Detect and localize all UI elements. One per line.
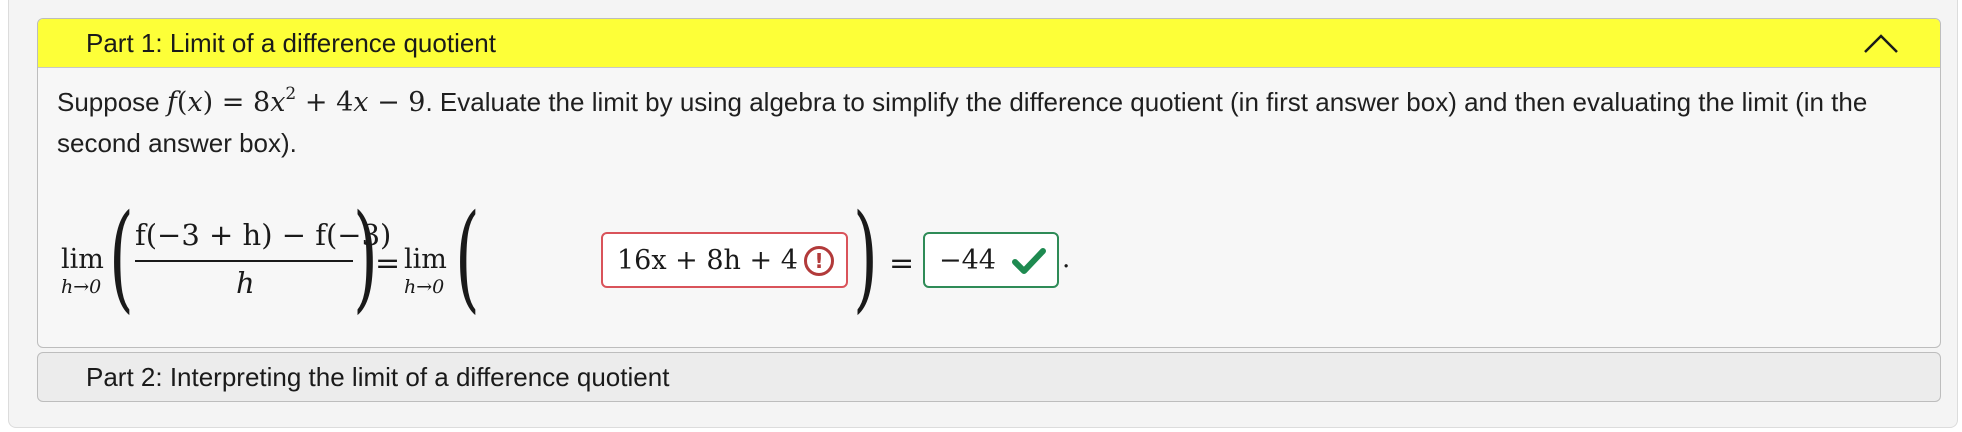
answer1-value: 16x + 8h + 4	[617, 244, 798, 276]
equals-sign: =	[375, 246, 401, 281]
answer-box-difference-quotient[interactable]: 16x + 8h + 4 !	[601, 232, 848, 288]
difference-quotient-denominator: h	[236, 266, 255, 300]
sentence-period: .	[1062, 244, 1071, 274]
chevron-up-icon[interactable]	[1862, 31, 1900, 55]
answer2-value: −44	[939, 244, 996, 276]
answer-box-limit[interactable]: −44	[923, 232, 1059, 288]
equals-sign-final: =	[889, 246, 915, 281]
part1-panel: Part 1: Limit of a difference quotient	[37, 18, 1941, 348]
part2-header[interactable]: Part 2: Interpreting the limit of a diff…	[37, 352, 1941, 402]
question-container: Part 1: Limit of a difference quotient S…	[8, 0, 1958, 428]
limit-symbol-left: lim	[61, 244, 104, 275]
left-paren-answer: (	[455, 190, 480, 325]
part1-title: Part 1: Limit of a difference quotient	[86, 27, 496, 58]
alert-circle-icon: !	[804, 246, 834, 276]
problem-prompt: Suppose f(x) = 8x2 + 4x − 9. Evaluate th…	[57, 82, 1877, 164]
part1-header[interactable]: Part 1: Limit of a difference quotient	[38, 19, 1940, 68]
limit-subscript-left: h→0	[61, 276, 102, 298]
prompt-prefix: Suppose	[57, 87, 160, 117]
right-paren-answer: )	[853, 190, 878, 325]
limit-subscript-right: h→0	[404, 276, 445, 298]
checkmark-icon	[1012, 248, 1046, 274]
left-paren: (	[109, 190, 134, 325]
fraction-bar	[135, 260, 353, 262]
function-definition: f(x) = 8x2 + 4x − 9	[166, 84, 426, 119]
part2-title: Part 2: Interpreting the limit of a diff…	[86, 361, 670, 392]
limit-symbol-right: lim	[404, 244, 447, 275]
